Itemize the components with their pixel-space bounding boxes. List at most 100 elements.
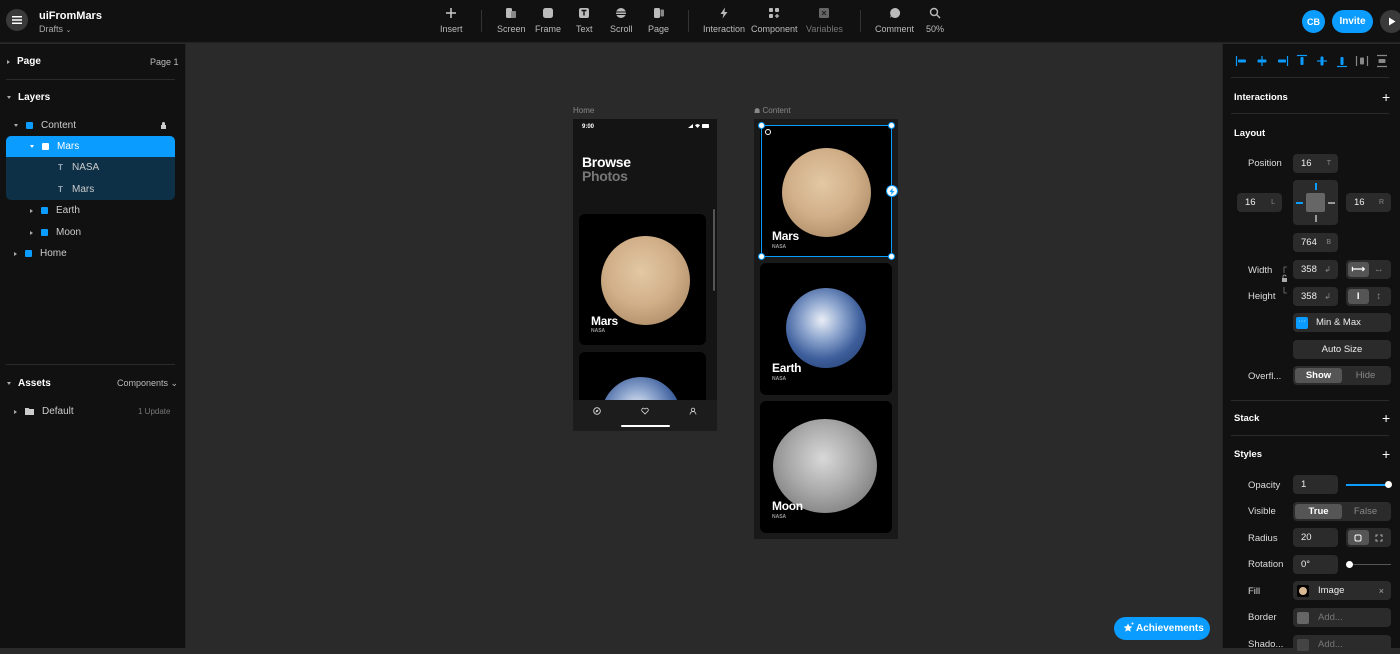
distribute-horizontal-icon[interactable] — [1355, 54, 1369, 68]
add-interaction-handle[interactable] — [886, 185, 898, 197]
content-card-moon[interactable]: Moon NASA — [760, 401, 892, 533]
constraints-widget[interactable] — [1293, 180, 1338, 225]
rotation-input[interactable]: 0° — [1293, 555, 1338, 574]
heart-icon[interactable] — [641, 407, 649, 415]
scrollbar[interactable] — [713, 209, 715, 291]
radius-individual-option[interactable] — [1369, 530, 1390, 545]
comment-tool[interactable]: Comment — [875, 6, 914, 34]
frame-label-content[interactable]: ☗ Content — [754, 106, 791, 115]
resize-handle-top-left[interactable] — [758, 122, 765, 129]
invite-button[interactable]: Invite — [1332, 10, 1373, 33]
layer-item-mars-text[interactable]: T Mars — [58, 184, 94, 195]
layer-item-nasa-text[interactable]: T NASA — [58, 162, 99, 173]
rotation-slider-thumb[interactable] — [1346, 561, 1353, 568]
layer-item-earth[interactable]: Earth — [30, 205, 80, 216]
align-right-icon[interactable] — [1275, 54, 1289, 68]
page-tool[interactable]: Page — [648, 6, 669, 34]
home-card-mars[interactable]: Mars NASA — [579, 214, 706, 345]
assets-filter-dropdown[interactable]: Components ⌄ — [117, 378, 178, 389]
content-frame[interactable]: Mars NASA Earth NASA Moon NASA — [754, 119, 898, 539]
align-center-vertical-icon[interactable] — [1315, 54, 1329, 68]
layer-item-mars-content[interactable]: Mars — [30, 141, 79, 152]
align-center-horizontal-icon[interactable] — [1255, 54, 1269, 68]
content-card-earth[interactable]: Earth NASA — [760, 263, 892, 395]
layer-item-moon[interactable]: Moon — [30, 227, 81, 238]
fill-input[interactable]: Image × — [1293, 581, 1391, 600]
screen-tool[interactable]: Screen — [497, 6, 526, 34]
constraint-top-pin[interactable] — [1315, 183, 1317, 190]
asset-folder-default[interactable]: Default 1 Update — [14, 406, 174, 417]
radius-mode-toggle[interactable] — [1346, 528, 1391, 547]
constraint-bottom-pin[interactable] — [1315, 215, 1317, 222]
height-fixed-option[interactable]: I — [1348, 289, 1369, 304]
width-fill-option[interactable]: ↔ — [1369, 262, 1390, 277]
resize-handle-bottom-right[interactable] — [888, 253, 895, 260]
user-icon[interactable] — [689, 407, 697, 415]
width-fixed-option[interactable]: ⟼ — [1348, 262, 1369, 277]
resize-handle-bottom-left[interactable] — [758, 253, 765, 260]
width-mode-toggle[interactable]: ⟼ ↔ — [1346, 260, 1391, 279]
constraint-left-pin[interactable] — [1296, 202, 1303, 204]
radius-input[interactable]: 20 — [1293, 528, 1338, 547]
shadow-input[interactable]: Add... — [1293, 635, 1391, 654]
height-mode-toggle[interactable]: I ↕ — [1346, 287, 1391, 306]
position-right-input[interactable]: 16 R — [1346, 193, 1391, 212]
aspect-lock-icon[interactable] — [1281, 265, 1288, 295]
height-input[interactable]: 358 ↲ — [1293, 287, 1338, 306]
frame-tool[interactable]: Frame — [535, 6, 561, 34]
assets-section-header[interactable]: Assets — [7, 378, 51, 389]
content-card-mars[interactable]: Mars NASA — [760, 125, 892, 257]
constraint-right-pin[interactable] — [1328, 202, 1335, 204]
radius-uniform-option[interactable] — [1348, 530, 1369, 545]
radius-handle[interactable] — [765, 129, 771, 135]
variables-tool[interactable]: Variables — [806, 6, 843, 34]
opacity-slider-thumb[interactable] — [1385, 481, 1392, 488]
position-bottom-input[interactable]: 764 B — [1293, 233, 1338, 252]
min-max-button[interactable]: ··· Min & Max — [1293, 313, 1391, 332]
overflow-hide-option[interactable]: Hide — [1342, 368, 1389, 383]
layers-section-header[interactable]: Layers — [7, 92, 50, 103]
zoom-tool[interactable]: 50% — [926, 6, 944, 34]
visible-toggle[interactable]: True False — [1293, 502, 1391, 521]
page-section-header[interactable]: Page — [7, 56, 41, 67]
main-menu-button[interactable] — [6, 9, 28, 31]
add-stack-button[interactable]: + — [1382, 411, 1390, 425]
scroll-tool[interactable]: Scroll — [610, 6, 633, 34]
overflow-toggle[interactable]: Show Hide — [1293, 366, 1391, 385]
distribute-vertical-icon[interactable] — [1375, 54, 1389, 68]
layer-item-home[interactable]: Home — [14, 248, 67, 259]
preview-button[interactable] — [1380, 10, 1400, 33]
achievements-button[interactable]: Achievements — [1114, 617, 1210, 640]
add-style-button[interactable]: + — [1382, 447, 1390, 461]
opacity-input[interactable]: 1 — [1293, 475, 1338, 494]
overflow-show-option[interactable]: Show — [1295, 368, 1342, 383]
insert-tool[interactable]: Insert — [440, 6, 463, 34]
border-input[interactable]: Add... — [1293, 608, 1391, 627]
position-top-input[interactable]: 16 T — [1293, 154, 1338, 173]
user-avatar[interactable]: CB — [1302, 10, 1325, 33]
home-frame[interactable]: 9:00 Browse Photos Mars NASA — [573, 119, 717, 431]
layer-item-content[interactable]: Content — [14, 120, 174, 131]
compass-icon[interactable] — [593, 407, 601, 415]
add-interaction-button[interactable]: + — [1382, 90, 1390, 104]
frame-label-home[interactable]: Home — [573, 106, 594, 115]
text-tool[interactable]: Text — [576, 6, 593, 34]
width-input[interactable]: 358 ↲ — [1293, 260, 1338, 279]
opacity-slider-track[interactable] — [1346, 484, 1389, 486]
visible-true-option[interactable]: True — [1295, 504, 1342, 519]
align-bottom-icon[interactable] — [1335, 54, 1349, 68]
align-left-icon[interactable] — [1235, 54, 1249, 68]
project-title[interactable]: uiFromMars — [39, 10, 102, 22]
auto-size-button[interactable]: Auto Size — [1293, 340, 1391, 359]
component-tool[interactable]: Component — [751, 6, 798, 34]
align-top-icon[interactable] — [1295, 54, 1309, 68]
height-fill-option[interactable]: ↕ — [1369, 289, 1390, 304]
current-page-selector[interactable]: Page 1 — [150, 57, 179, 67]
remove-fill-icon[interactable]: × — [1379, 586, 1384, 596]
position-left-input[interactable]: 16 L — [1237, 193, 1282, 212]
interaction-tool[interactable]: Interaction — [703, 6, 745, 34]
project-folder-dropdown[interactable]: Drafts ⌄ — [39, 24, 71, 34]
resize-handle-top-right[interactable] — [888, 122, 895, 129]
rotation-slider-track[interactable] — [1350, 564, 1391, 565]
visible-false-option[interactable]: False — [1342, 504, 1389, 519]
